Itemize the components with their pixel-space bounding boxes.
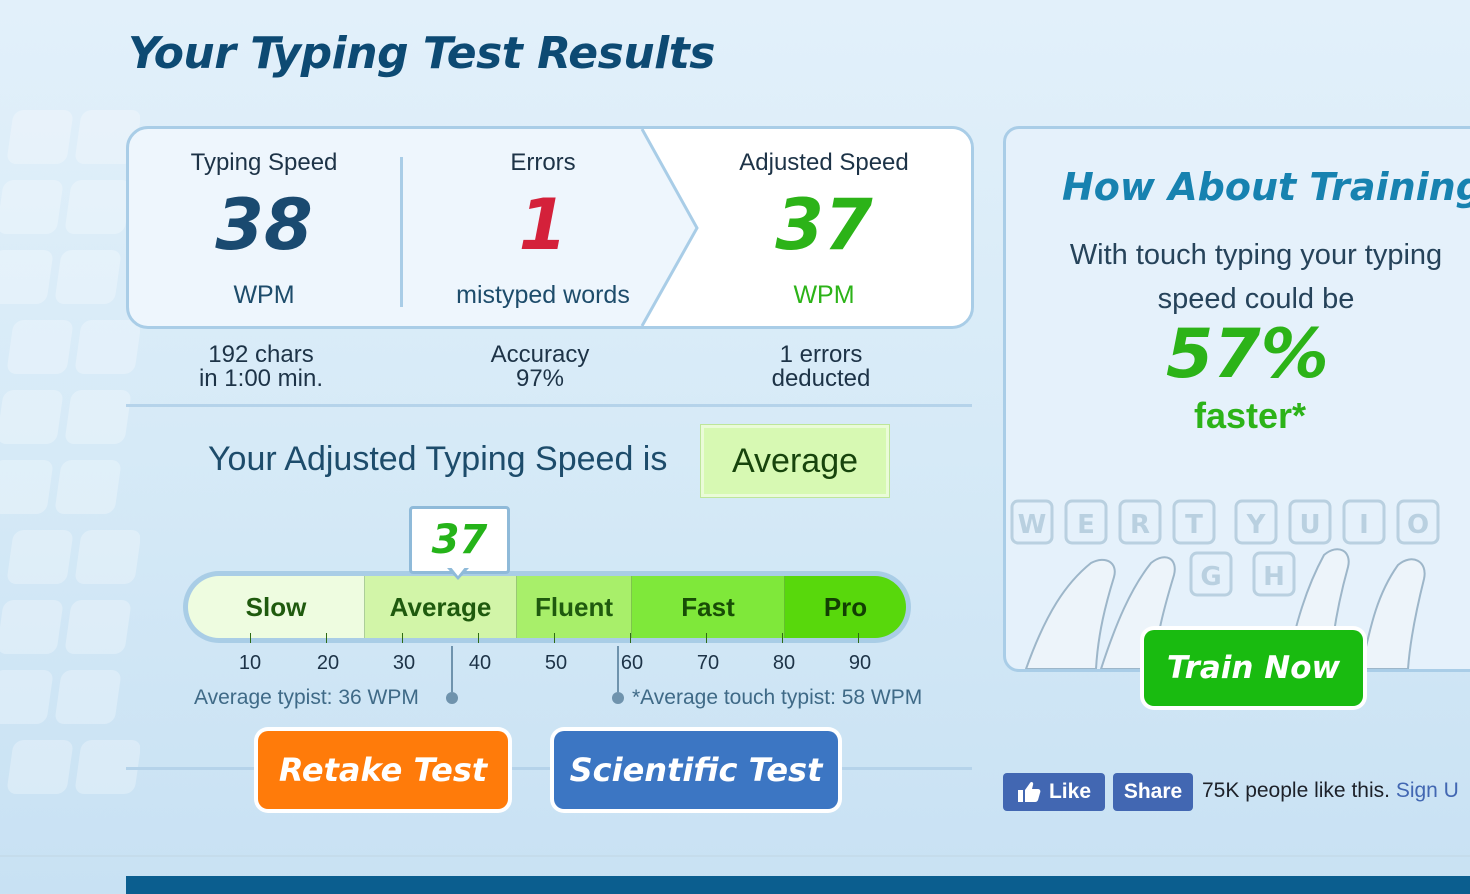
training-title: How About Training? xyxy=(1062,165,1470,209)
scale-segment-pro: Pro xyxy=(785,576,906,638)
key-label: G xyxy=(1200,562,1221,592)
train-now-button[interactable]: Train Now xyxy=(1140,626,1367,710)
accuracy-detail: Accuracy 97% xyxy=(402,343,678,391)
scale-segment-average: Average xyxy=(365,576,517,638)
touch-typist-label: *Average touch typist: 58 WPM xyxy=(632,686,923,709)
tick-label: 70 xyxy=(696,652,720,674)
facebook-like-button[interactable]: Like xyxy=(1003,773,1105,811)
test-duration: in 1:00 min. xyxy=(198,365,324,392)
adjusted-speed-label: Adjusted Speed xyxy=(739,149,909,176)
footer-bar xyxy=(126,876,1470,894)
adjusted-speed-unit: WPM xyxy=(793,281,855,309)
errors-unit: mistyped words xyxy=(456,281,630,309)
section-divider xyxy=(126,404,972,407)
tick-label: 40 xyxy=(468,652,492,674)
key-label: R xyxy=(1130,510,1150,540)
errors-value: 1 xyxy=(518,184,568,266)
tick-label: 60 xyxy=(620,652,644,674)
touch-typist-line xyxy=(617,646,619,692)
training-panel: How About Training? With touch typing yo… xyxy=(1003,126,1470,672)
typing-speed-stat: Typing Speed 38 WPM xyxy=(129,129,399,326)
key-label: E xyxy=(1077,510,1095,540)
key-label: H xyxy=(1263,562,1285,592)
key-label: Y xyxy=(1246,510,1267,540)
rating-text: Your Adjusted Typing Speed is xyxy=(208,440,668,478)
key-label: W xyxy=(1018,510,1047,540)
adjusted-speed-value: 37 xyxy=(775,184,873,266)
facebook-share-button[interactable]: Share xyxy=(1113,773,1193,811)
tick-label: 30 xyxy=(392,652,416,674)
key-label: O xyxy=(1407,510,1429,540)
thumbs-up-icon xyxy=(1017,781,1041,802)
errors-deducted-count: 1 errors xyxy=(779,341,863,368)
speed-marker: 37 xyxy=(409,506,510,574)
scale-segment-fluent: Fluent xyxy=(517,576,632,638)
tick-label: 50 xyxy=(544,652,568,674)
average-typist-dot xyxy=(446,692,458,704)
facebook-like-count: 75K people like this. Sign U xyxy=(1202,779,1459,802)
key-label: U xyxy=(1299,510,1320,540)
touch-typist-dot xyxy=(612,692,624,704)
scale-segment-fast: Fast xyxy=(632,576,785,638)
key-label: I xyxy=(1359,510,1369,540)
average-typist-label: Average typist: 36 WPM xyxy=(194,686,419,709)
background-decoration xyxy=(0,90,140,860)
retake-test-button[interactable]: Retake Test xyxy=(254,727,512,813)
buttons-divider xyxy=(126,767,972,770)
card-divider xyxy=(400,157,403,307)
adjusted-speed-stat: Adjusted Speed 37 WPM xyxy=(684,129,964,326)
training-text: With touch typing your typing speed coul… xyxy=(1069,239,1443,315)
errors-deducted-detail: 1 errors deducted xyxy=(681,343,961,391)
results-card: Typing Speed 38 WPM Errors 1 mistyped wo… xyxy=(126,126,974,329)
key-label: T xyxy=(1185,510,1203,540)
typing-speed-value: 38 xyxy=(215,184,313,266)
page-title: Your Typing Test Results xyxy=(128,28,715,79)
chars-detail: 192 chars in 1:00 min. xyxy=(126,343,396,391)
tick-label: 20 xyxy=(316,652,340,674)
typing-speed-label: Typing Speed xyxy=(190,149,338,176)
rating-badge: Average xyxy=(701,425,889,497)
typing-speed-unit: WPM xyxy=(233,281,295,309)
errors-stat: Errors 1 mistyped words xyxy=(405,129,681,326)
average-typist-line xyxy=(451,646,453,692)
training-faster: faster* xyxy=(1194,395,1307,436)
footer-divider xyxy=(0,855,1470,857)
errors-deducted-text: deducted xyxy=(771,365,871,392)
speed-scale: Slow Average Fluent Fast Pro xyxy=(183,571,911,643)
accuracy-label: Accuracy xyxy=(490,341,590,368)
tick-label: 90 xyxy=(848,652,872,674)
errors-label: Errors xyxy=(510,149,576,176)
tick-label: 80 xyxy=(772,652,796,674)
scale-segment-slow: Slow xyxy=(188,576,365,638)
chars-count: 192 chars xyxy=(208,341,314,368)
scientific-test-button[interactable]: Scientific Test xyxy=(550,727,842,813)
tick-label: 10 xyxy=(238,652,262,674)
training-percent: 57% xyxy=(1166,315,1329,394)
sign-up-link[interactable]: Sign U xyxy=(1396,779,1459,802)
accuracy-value: 97% xyxy=(515,365,565,392)
facebook-like-label: Like xyxy=(1048,780,1092,803)
